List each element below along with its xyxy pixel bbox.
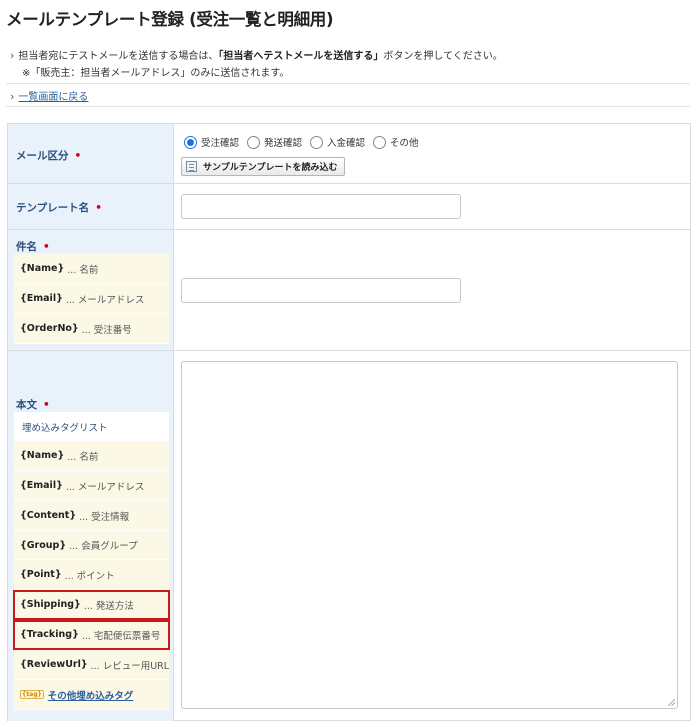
divider	[6, 106, 690, 107]
template-name-label: テンプレート名 •	[16, 202, 102, 214]
radio-order-confirm[interactable]: 受注確認	[184, 135, 239, 149]
required-mark: •	[43, 241, 50, 253]
mail-type-label: メール区分 •	[16, 150, 82, 162]
note-test-mail: › 担当者宛にテストメールを送信する場合は、「担当者へテストメールを送信する」ボタ…	[10, 47, 503, 65]
note-button-name: 「担当者へテストメールを送信する」	[218, 51, 384, 62]
row-subject: 件名 • {Name}... 名前 {Email}... メールアドレス {Ord…	[8, 230, 690, 351]
radio-icon[interactable]	[310, 135, 324, 149]
radio-icon[interactable]	[247, 135, 261, 149]
required-mark: •	[95, 202, 102, 214]
radio-checked-icon[interactable]	[184, 135, 197, 149]
tag-review-url[interactable]: {ReviewUrl}... レビュー用URL	[14, 650, 169, 680]
chevron-right-icon: ›	[10, 90, 15, 103]
tag-tracking[interactable]: {Tracking}... 宅配便伝票番号	[13, 620, 170, 650]
template-form: メール区分 • 受注確認 発送確認 入金確認 その他 サンプルテンプレートを読み込…	[7, 123, 691, 721]
value-cell: 受注確認 発送確認 入金確認 その他 サンプルテンプレートを読み込む	[174, 124, 690, 183]
embed-tag-list-header: 埋め込みタグリスト	[14, 412, 169, 441]
page-title: メールテンプレート登録 (受注一覧と明細用)	[6, 10, 334, 29]
back-to-list-link[interactable]: 一覧画面に戻る	[18, 92, 88, 103]
chevron-right-icon: ›	[10, 49, 15, 62]
divider	[6, 83, 690, 84]
resize-grip-icon[interactable]	[668, 699, 675, 706]
notes: › 担当者宛にテストメールを送信する場合は、「担当者へテストメールを送信する」ボタ…	[10, 47, 503, 82]
tag-email[interactable]: {Email}... メールアドレス	[14, 284, 169, 314]
row-mail-type: メール区分 • 受注確認 発送確認 入金確認 その他 サンプルテンプレートを読み込…	[8, 124, 690, 184]
tag-icon: {tag}	[20, 690, 44, 699]
label-cell: 件名 • {Name}... 名前 {Email}... メールアドレス {Ord…	[8, 230, 174, 350]
note-suffix: ボタンを押してください。	[383, 51, 503, 62]
load-sample-template-button[interactable]: サンプルテンプレートを読み込む	[181, 157, 346, 176]
other-embed-tags[interactable]: {tag} その他埋め込みタグ	[14, 680, 169, 710]
value-cell	[174, 351, 690, 721]
radio-shipping-confirm[interactable]: 発送確認	[247, 135, 302, 149]
back-to-list: › 一覧画面に戻る	[10, 88, 88, 103]
label-cell: テンプレート名 •	[8, 184, 174, 229]
note-prefix: 担当者宛にテストメールを送信する場合は、	[18, 51, 219, 62]
template-name-input[interactable]	[181, 194, 461, 219]
radio-payment-confirm[interactable]: 入金確認	[310, 135, 365, 149]
tag-point[interactable]: {Point}... ポイント	[14, 560, 169, 590]
label-cell: 本文 • 埋め込みタグリスト {Name}... 名前 {Email}... メー…	[8, 351, 174, 721]
radio-icon[interactable]	[373, 135, 387, 149]
value-cell	[174, 230, 690, 350]
body-textarea[interactable]	[181, 361, 678, 709]
mail-type-radio-group: 受注確認 発送確認 入金確認 その他	[184, 135, 427, 149]
note-sender-only: ※「販売主：担当者メールアドレス」のみに送信されます。	[22, 68, 290, 79]
value-cell	[174, 184, 690, 229]
body-label: 本文 •	[16, 399, 50, 411]
subject-input[interactable]	[181, 278, 461, 303]
required-mark: •	[43, 399, 50, 411]
tag-content[interactable]: {Content}... 受注情報	[14, 501, 169, 531]
required-mark: •	[74, 150, 82, 162]
tag-name[interactable]: {Name}... 名前	[14, 254, 169, 284]
tag-email[interactable]: {Email}... メールアドレス	[14, 471, 169, 501]
tag-name[interactable]: {Name}... 名前	[14, 441, 169, 471]
label-cell: メール区分 •	[8, 124, 174, 183]
subject-label: 件名 •	[16, 241, 50, 253]
tag-group[interactable]: {Group}... 会員グループ	[14, 531, 169, 560]
other-embed-tags-link[interactable]: その他埋め込みタグ	[48, 688, 134, 702]
row-body: 本文 • 埋め込みタグリスト {Name}... 名前 {Email}... メー…	[8, 351, 690, 721]
tag-shipping[interactable]: {Shipping}... 発送方法	[13, 590, 170, 620]
row-template-name: テンプレート名 •	[8, 184, 690, 230]
document-icon	[186, 161, 197, 172]
radio-other[interactable]: その他	[373, 135, 419, 149]
tag-order-no[interactable]: {OrderNo}... 受注番号	[14, 314, 169, 344]
